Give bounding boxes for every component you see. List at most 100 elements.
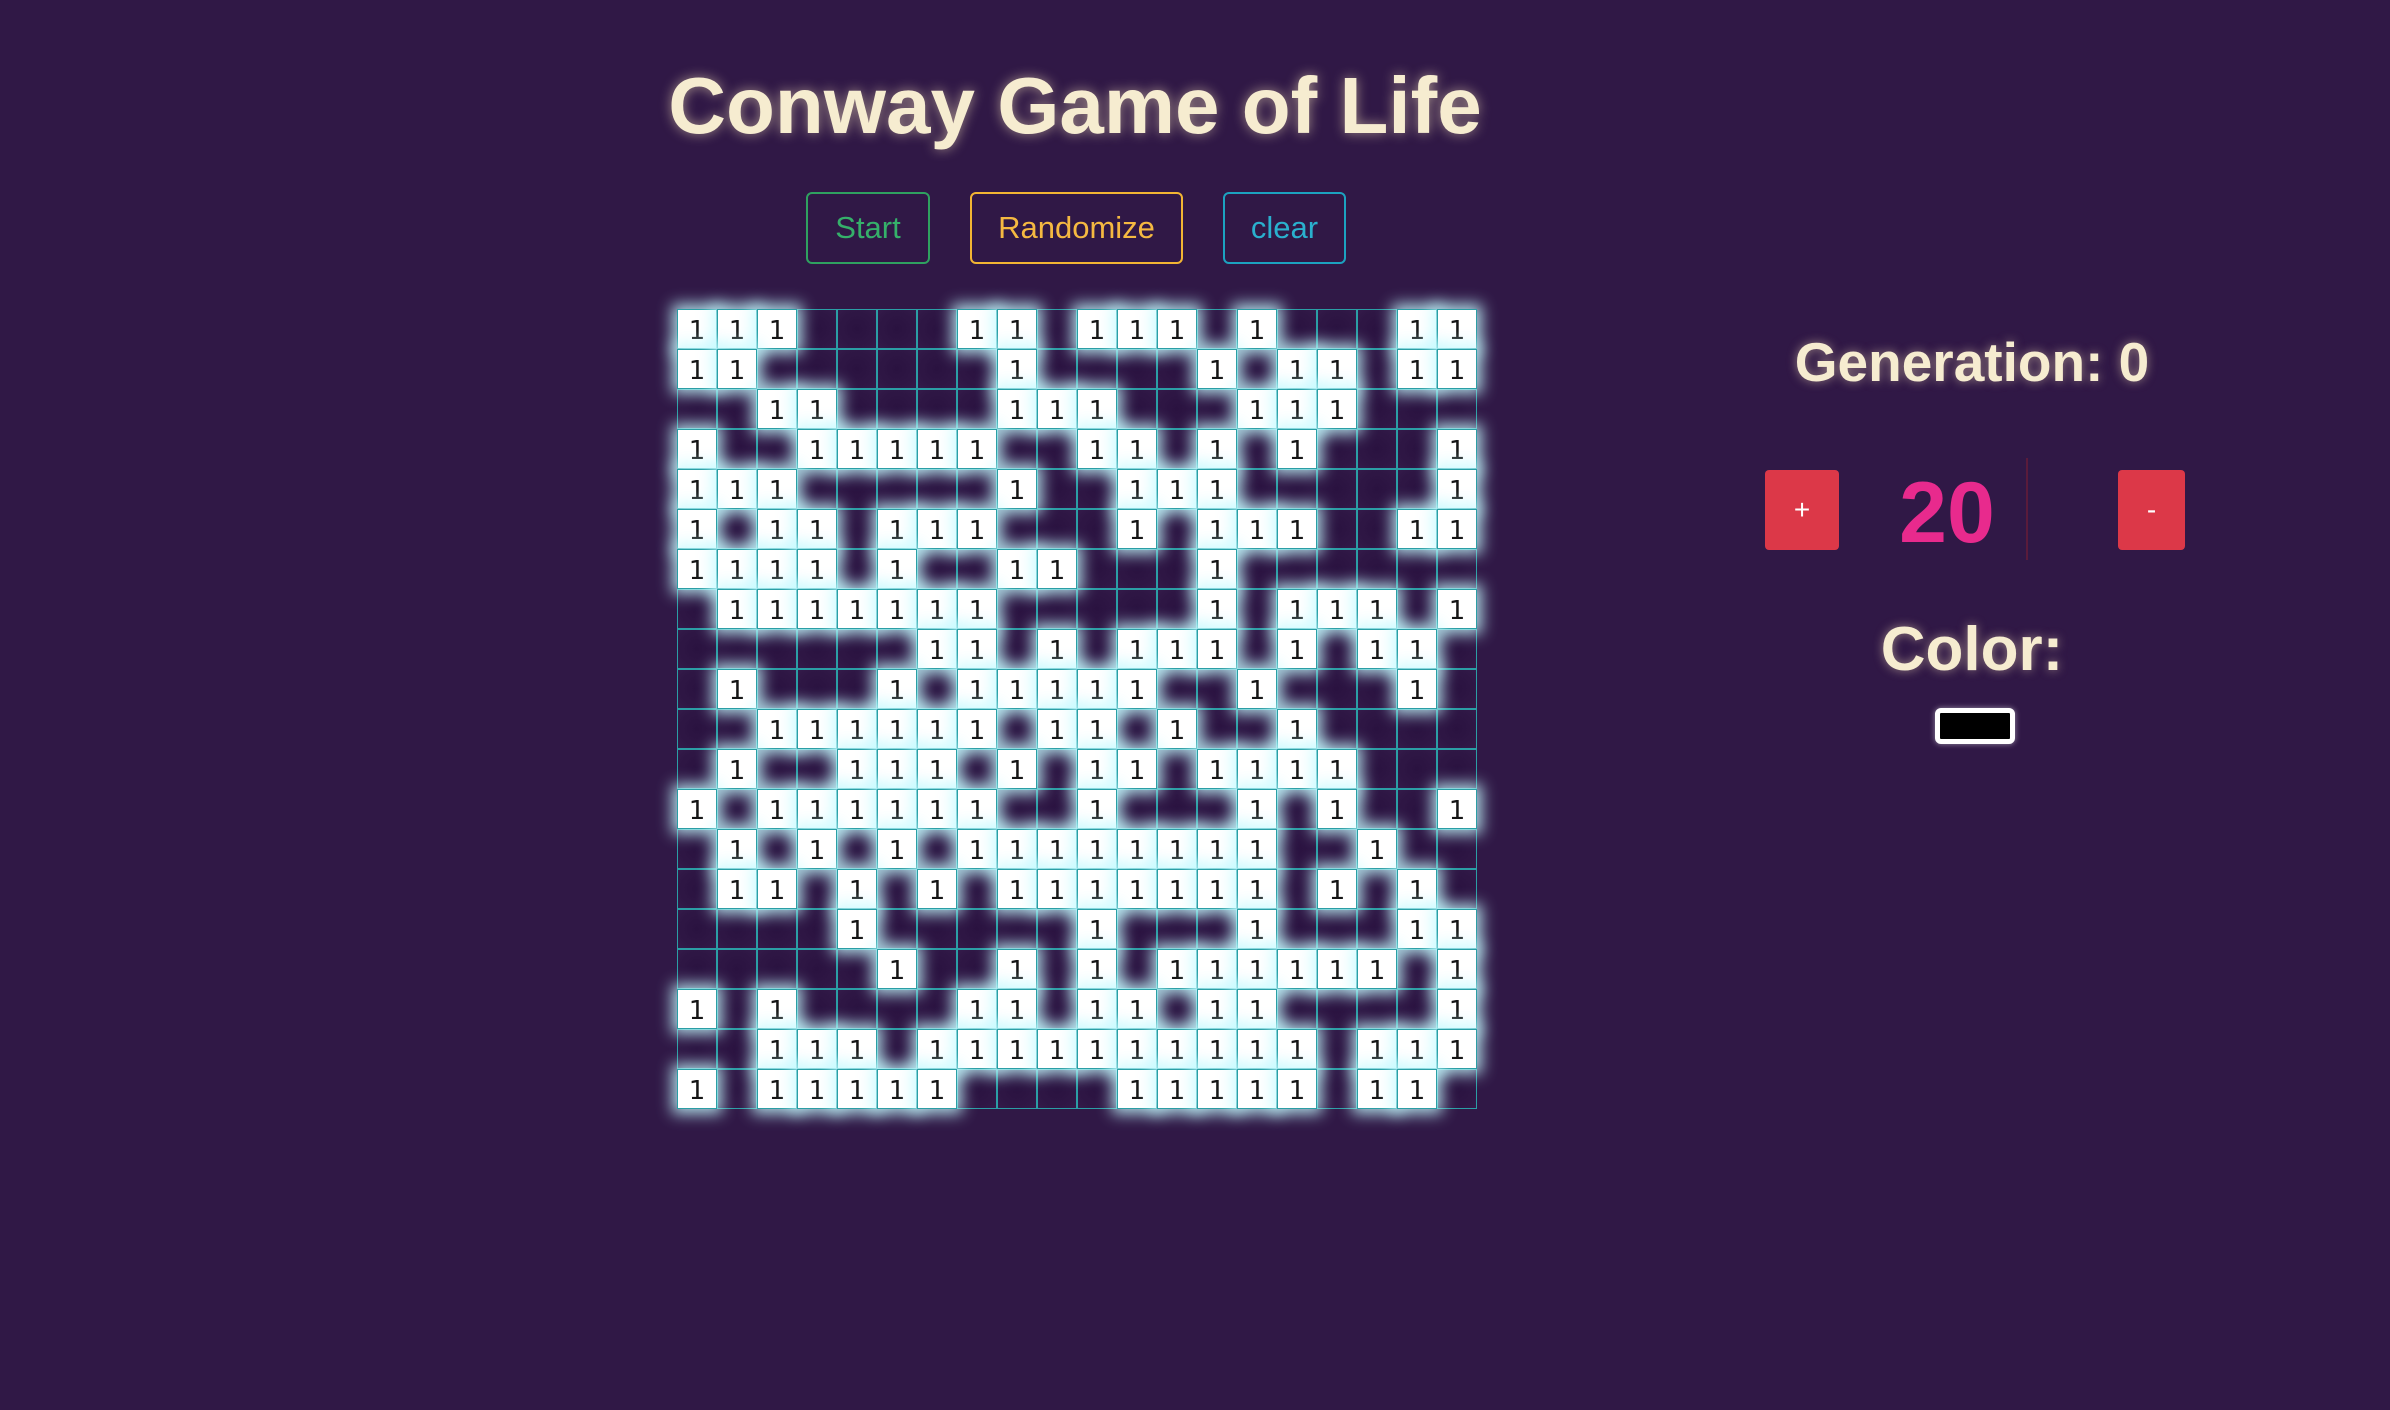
alive-cell[interactable]: 1	[757, 389, 797, 429]
randomize-button[interactable]: Randomize	[970, 192, 1183, 264]
alive-cell[interactable]: 1	[997, 469, 1037, 509]
dead-cell[interactable]	[1037, 949, 1077, 989]
alive-cell[interactable]: 1	[1397, 869, 1437, 909]
alive-cell[interactable]: 1	[1437, 909, 1477, 949]
dead-cell[interactable]	[1237, 629, 1277, 669]
dead-cell[interactable]	[1317, 509, 1357, 549]
dead-cell[interactable]	[1397, 789, 1437, 829]
alive-cell[interactable]: 1	[1317, 589, 1357, 629]
dead-cell[interactable]	[677, 1029, 717, 1069]
dead-cell[interactable]	[1357, 509, 1397, 549]
alive-cell[interactable]: 1	[1197, 989, 1237, 1029]
dead-cell[interactable]	[797, 869, 837, 909]
alive-cell[interactable]: 1	[957, 589, 997, 629]
alive-cell[interactable]: 1	[877, 669, 917, 709]
dead-cell[interactable]	[797, 909, 837, 949]
alive-cell[interactable]: 1	[797, 549, 837, 589]
dead-cell[interactable]	[1317, 1069, 1357, 1109]
alive-cell[interactable]: 1	[677, 549, 717, 589]
dead-cell[interactable]	[1157, 509, 1197, 549]
alive-cell[interactable]: 1	[1197, 1069, 1237, 1109]
alive-cell[interactable]: 1	[837, 589, 877, 629]
alive-cell[interactable]: 1	[1037, 629, 1077, 669]
dead-cell[interactable]	[837, 989, 877, 1029]
alive-cell[interactable]: 1	[1437, 949, 1477, 989]
dead-cell[interactable]	[717, 509, 757, 549]
dead-cell[interactable]	[1277, 549, 1317, 589]
alive-cell[interactable]: 1	[1117, 429, 1157, 469]
alive-cell[interactable]: 1	[1157, 1029, 1197, 1069]
dead-cell[interactable]	[917, 829, 957, 869]
alive-cell[interactable]: 1	[1117, 829, 1157, 869]
dead-cell[interactable]	[1237, 469, 1277, 509]
dead-cell[interactable]	[1157, 389, 1197, 429]
alive-cell[interactable]: 1	[1077, 669, 1117, 709]
alive-cell[interactable]: 1	[1117, 509, 1157, 549]
dead-cell[interactable]	[1437, 709, 1477, 749]
dead-cell[interactable]	[797, 949, 837, 989]
dead-cell[interactable]	[1357, 749, 1397, 789]
dead-cell[interactable]	[797, 309, 837, 349]
alive-cell[interactable]: 1	[677, 349, 717, 389]
alive-cell[interactable]: 1	[877, 789, 917, 829]
dead-cell[interactable]	[1037, 749, 1077, 789]
alive-cell[interactable]: 1	[1157, 869, 1197, 909]
dead-cell[interactable]	[997, 629, 1037, 669]
dead-cell[interactable]	[717, 949, 757, 989]
dead-cell[interactable]	[1357, 309, 1397, 349]
alive-cell[interactable]: 1	[757, 869, 797, 909]
dead-cell[interactable]	[1357, 989, 1397, 1029]
alive-cell[interactable]: 1	[1437, 309, 1477, 349]
alive-cell[interactable]: 1	[757, 789, 797, 829]
start-button[interactable]: Start	[806, 192, 930, 264]
alive-cell[interactable]: 1	[997, 989, 1037, 1029]
dead-cell[interactable]	[1117, 949, 1157, 989]
alive-cell[interactable]: 1	[997, 749, 1037, 789]
alive-cell[interactable]: 1	[757, 549, 797, 589]
dead-cell[interactable]	[677, 829, 717, 869]
alive-cell[interactable]: 1	[1397, 629, 1437, 669]
alive-cell[interactable]: 1	[1357, 589, 1397, 629]
alive-cell[interactable]: 1	[1037, 829, 1077, 869]
alive-cell[interactable]: 1	[877, 509, 917, 549]
dead-cell[interactable]	[677, 669, 717, 709]
alive-cell[interactable]: 1	[1197, 1029, 1237, 1069]
dead-cell[interactable]	[1037, 589, 1077, 629]
alive-cell[interactable]: 1	[1037, 389, 1077, 429]
dead-cell[interactable]	[677, 589, 717, 629]
alive-cell[interactable]: 1	[957, 309, 997, 349]
dead-cell[interactable]	[717, 789, 757, 829]
dead-cell[interactable]	[1437, 389, 1477, 429]
dead-cell[interactable]	[757, 949, 797, 989]
alive-cell[interactable]: 1	[1437, 989, 1477, 1029]
dead-cell[interactable]	[1317, 669, 1357, 709]
dead-cell[interactable]	[1157, 589, 1197, 629]
alive-cell[interactable]: 1	[1037, 709, 1077, 749]
alive-cell[interactable]: 1	[1437, 349, 1477, 389]
dead-cell[interactable]	[917, 989, 957, 1029]
dead-cell[interactable]	[1437, 549, 1477, 589]
dead-cell[interactable]	[877, 629, 917, 669]
dead-cell[interactable]	[797, 989, 837, 1029]
alive-cell[interactable]: 1	[1117, 869, 1157, 909]
dead-cell[interactable]	[837, 349, 877, 389]
alive-cell[interactable]: 1	[1437, 429, 1477, 469]
alive-cell[interactable]: 1	[1197, 349, 1237, 389]
dead-cell[interactable]	[917, 389, 957, 429]
dead-cell[interactable]	[957, 1069, 997, 1109]
alive-cell[interactable]: 1	[957, 789, 997, 829]
dead-cell[interactable]	[1037, 469, 1077, 509]
dead-cell[interactable]	[1317, 309, 1357, 349]
alive-cell[interactable]: 1	[1237, 909, 1277, 949]
alive-cell[interactable]: 1	[1237, 789, 1277, 829]
dead-cell[interactable]	[1277, 669, 1317, 709]
alive-cell[interactable]: 1	[797, 1069, 837, 1109]
dead-cell[interactable]	[1117, 789, 1157, 829]
alive-cell[interactable]: 1	[997, 309, 1037, 349]
alive-cell[interactable]: 1	[757, 1069, 797, 1109]
dead-cell[interactable]	[1437, 749, 1477, 789]
alive-cell[interactable]: 1	[1157, 829, 1197, 869]
alive-cell[interactable]: 1	[717, 829, 757, 869]
alive-cell[interactable]: 1	[757, 989, 797, 1029]
alive-cell[interactable]: 1	[917, 1029, 957, 1069]
